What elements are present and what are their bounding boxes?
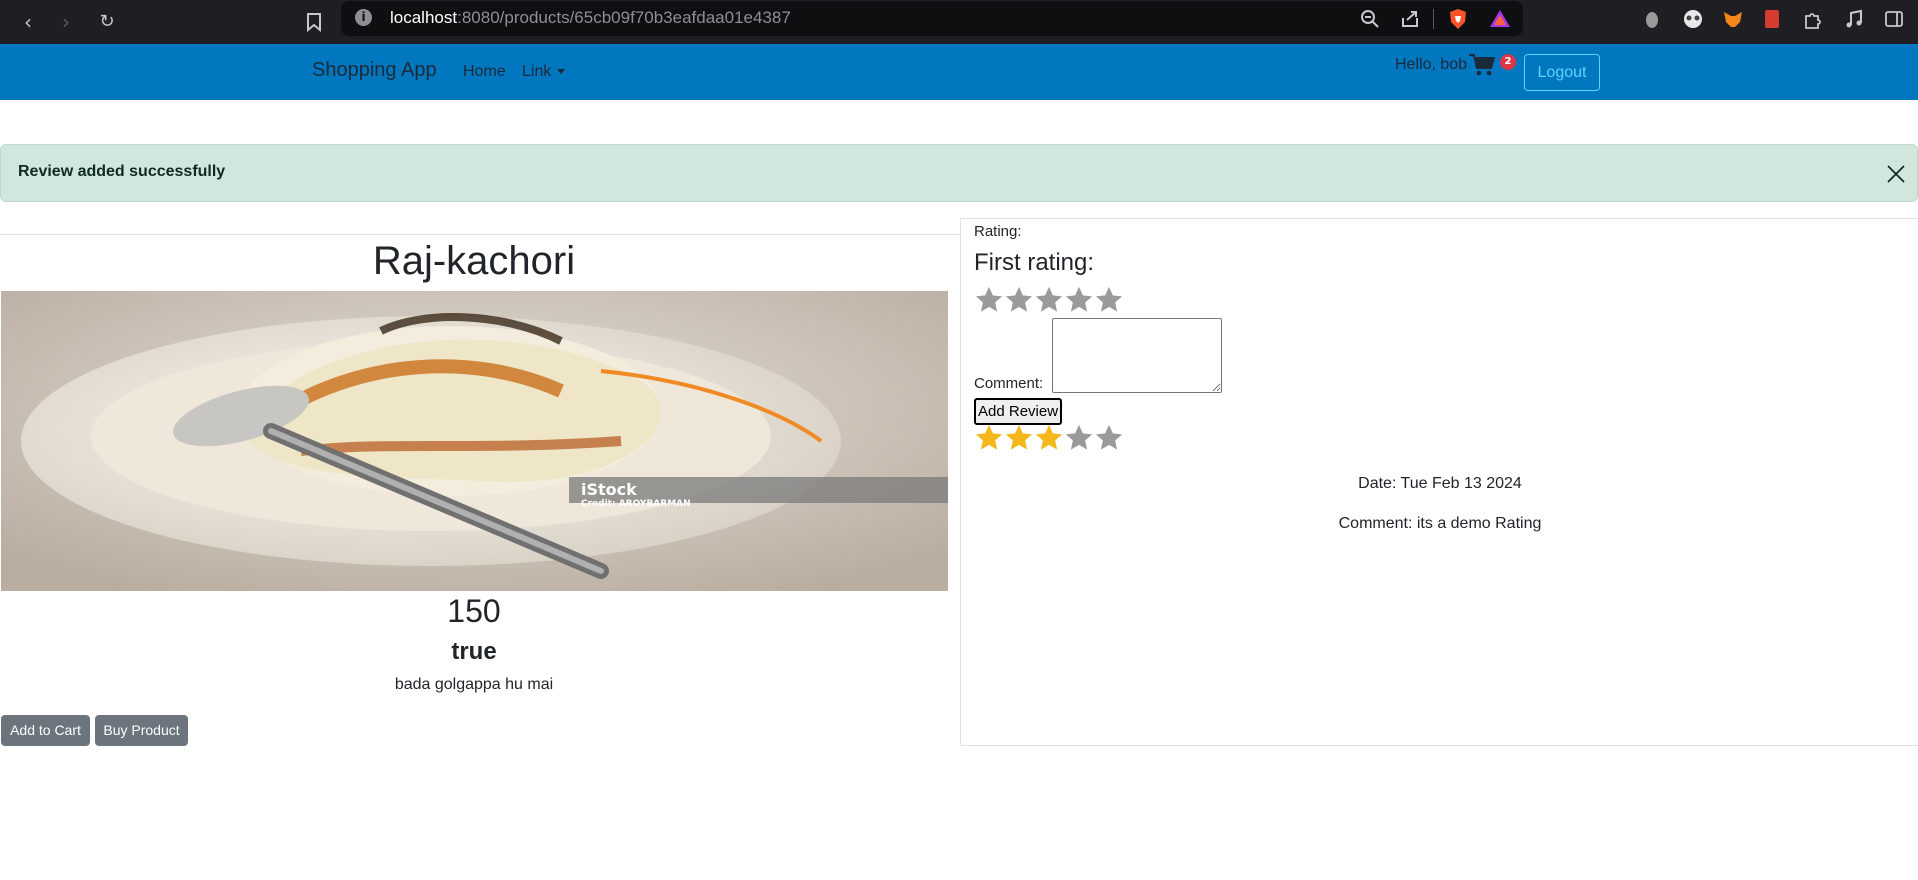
star-empty-icon[interactable] (1094, 285, 1124, 315)
zoom-icon[interactable] (1359, 8, 1381, 30)
extension-gray-icon[interactable] (1641, 8, 1663, 30)
image-credit: Credit: AROYBARMAN (581, 499, 691, 509)
reload-icon[interactable]: ↻ (93, 8, 121, 36)
star-rating-input[interactable] (974, 285, 1124, 315)
sidebar-icon[interactable] (1883, 8, 1905, 30)
add-to-cart-button[interactable]: Add to Cart (1, 715, 90, 746)
metamask-fox-icon[interactable] (1722, 8, 1744, 30)
star-filled-icon (1005, 424, 1033, 450)
share-icon[interactable] (1399, 8, 1421, 30)
star-empty-icon[interactable] (1004, 285, 1034, 315)
media-music-icon[interactable] (1843, 8, 1865, 30)
url-text[interactable]: localhost:8080/products/65cb09f70b3eafda… (390, 8, 791, 28)
success-alert: Review added successfully (0, 144, 1918, 202)
cart-icon[interactable] (1468, 52, 1496, 78)
site-info-icon[interactable]: i (355, 9, 372, 26)
brave-rewards-icon[interactable] (1489, 8, 1511, 30)
star-filled-icon (975, 424, 1003, 450)
comment-label: Comment: (974, 375, 1044, 392)
add-review-button[interactable]: Add Review (974, 398, 1063, 425)
browser-toolbar: ‹ › ↻ i localhost:8080/products/65cb09f7… (0, 0, 1918, 44)
back-icon[interactable]: ‹ (14, 8, 42, 36)
buy-product-button[interactable]: Buy Product (95, 715, 188, 746)
product-stock: true (451, 638, 497, 665)
star-empty-icon (1095, 424, 1123, 450)
review-star-rating (974, 423, 1124, 453)
brave-shield-icon[interactable] (1447, 8, 1469, 30)
product-price: 150 (447, 593, 501, 629)
star-empty-icon (1065, 424, 1093, 450)
star-empty-icon[interactable] (974, 285, 1004, 315)
chevron-down-icon (557, 69, 566, 75)
app-navbar: Shopping App Home Link Hello, bob 2 Logo… (0, 44, 1918, 100)
nav-link-label: Link (522, 63, 552, 80)
extension-book-icon[interactable] (1761, 8, 1783, 30)
extension-face-icon[interactable] (1682, 8, 1704, 30)
star-filled-icon (1035, 424, 1063, 450)
product-card: Raj-kachori iStock Credit: AROYBARMAN 15… (0, 234, 961, 746)
cart-count-badge: 2 (1500, 54, 1516, 70)
user-greeting: Hello, bob (1395, 56, 1468, 73)
image-watermark: iStock (581, 480, 637, 499)
bookmark-icon[interactable] (303, 8, 325, 36)
forward-icon[interactable]: › (52, 8, 80, 36)
logout-button[interactable]: Logout (1524, 54, 1600, 91)
extensions-puzzle-icon[interactable] (1802, 8, 1824, 30)
brand-link[interactable]: Shopping App (312, 59, 437, 82)
star-empty-icon[interactable] (1064, 285, 1094, 315)
review-date: Date: Tue Feb 13 2024 (1358, 475, 1522, 492)
product-title: Raj-kachori (372, 239, 576, 283)
product-image: iStock Credit: AROYBARMAN (1, 291, 948, 591)
review-panel: Rating: First rating: Comment: Add Revie… (960, 218, 1918, 746)
nav-link-dropdown[interactable]: Link (522, 63, 566, 81)
review-comment: Comment: its a demo Rating (1338, 515, 1542, 532)
product-description: bada golgappa hu mai (394, 676, 554, 693)
alert-message: Review added successfully (18, 163, 226, 180)
close-icon[interactable] (1885, 163, 1907, 185)
rating-label: Rating: (974, 223, 1022, 240)
first-rating-label: First rating: (974, 249, 1095, 276)
divider (1433, 9, 1434, 29)
star-empty-icon[interactable] (1034, 285, 1064, 315)
nav-home-link[interactable]: Home (463, 63, 506, 81)
comment-textarea[interactable] (1052, 318, 1222, 393)
